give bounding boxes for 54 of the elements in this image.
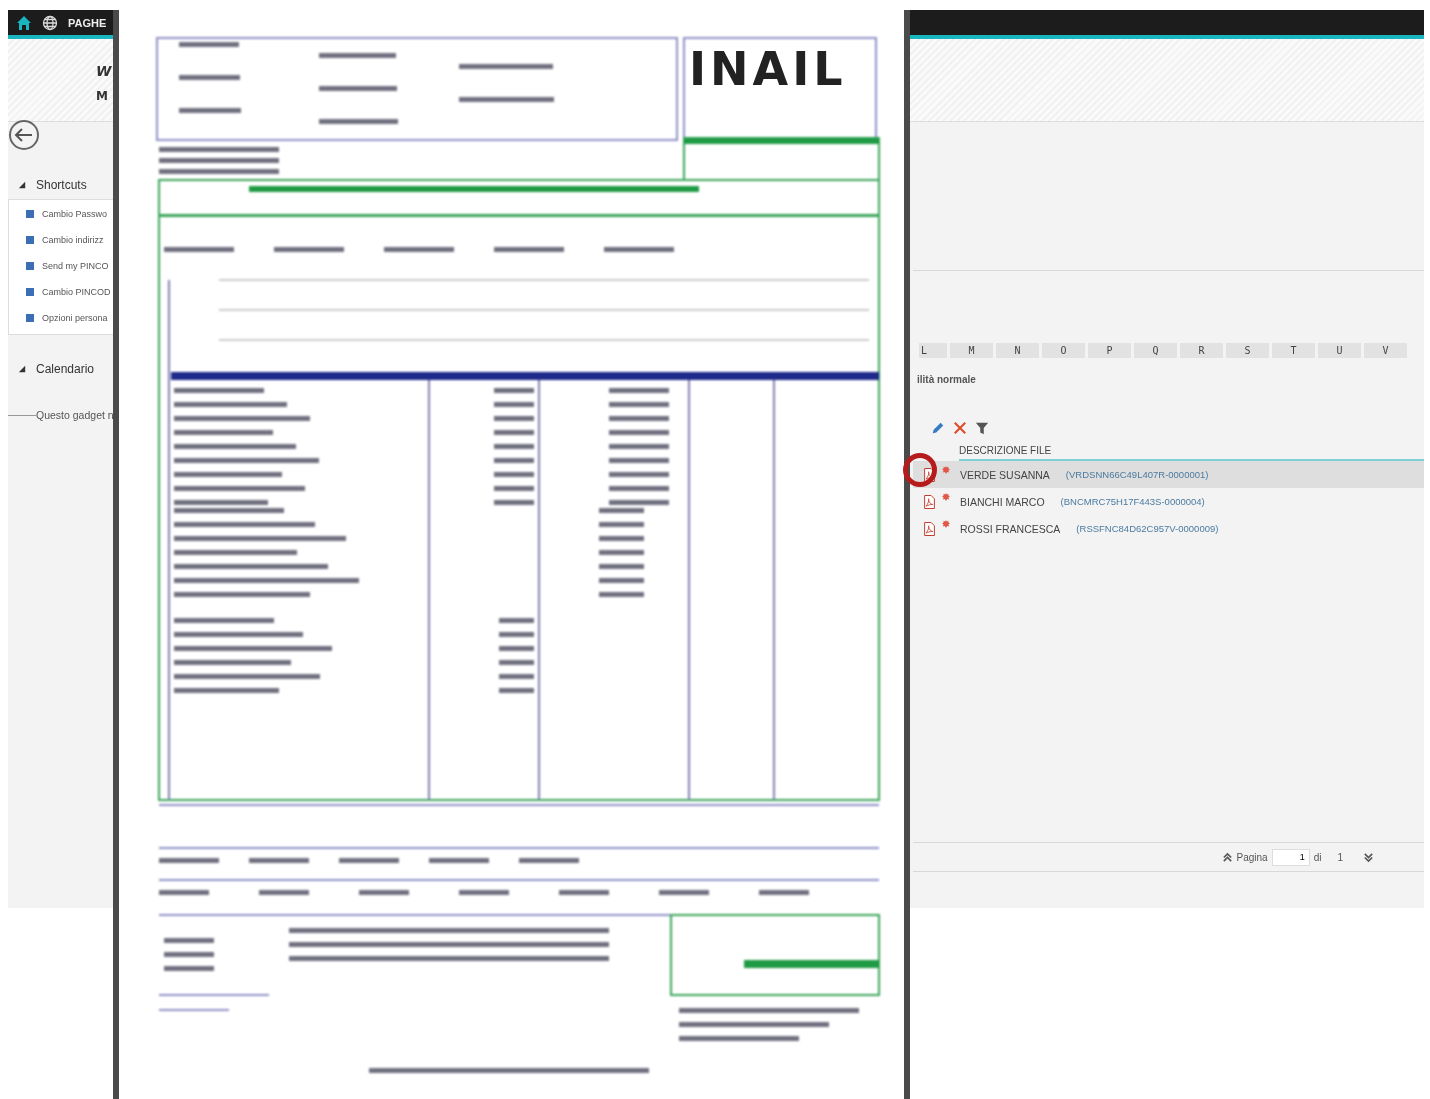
page-total: 1 [1337,851,1343,863]
shortcut-link[interactable]: Send my PINCO [42,261,109,271]
square-bullet-icon [26,236,34,244]
square-bullet-icon [26,262,34,270]
document-logo: INAIL [689,46,847,92]
column-header[interactable]: O [1042,343,1085,358]
shortcut-link[interactable]: Cambio PINCOD [42,287,111,297]
double-chevron-down-icon[interactable] [1363,851,1374,863]
file-code: (VRDSNN66C49L407R-0000001) [1065,469,1209,480]
page-input[interactable]: 1 [1271,848,1310,866]
column-header[interactable]: R [1180,343,1223,358]
home-icon[interactable] [16,14,32,31]
column-header[interactable]: Q [1134,343,1177,358]
pdf-icon[interactable] [923,466,936,483]
filter-icon[interactable] [975,421,989,435]
file-name: VERDE SUSANNA [960,468,1050,481]
file-name: BIANCHI MARCO [960,495,1045,508]
menu-title[interactable]: PAGHE [68,16,107,29]
header-title: W [96,63,112,79]
column-header[interactable]: U [1318,343,1361,358]
shortcut-link[interactable]: Opzioni persona [42,313,108,323]
double-chevron-up-icon[interactable] [1221,851,1233,863]
square-bullet-icon [26,314,34,322]
square-bullet-icon [26,288,34,296]
file-row[interactable]: ROSSI FRANCESCA (RSSFNC84D62C957V-0000009) [913,515,1424,542]
page-of-label: di [1313,851,1322,863]
square-bullet-icon [26,210,34,218]
file-row[interactable]: BIANCHI MARCO (BNCMRC75H17F443S-0000004) [913,488,1424,515]
mode-label: ilità normale [917,374,977,385]
pdf-icon[interactable] [923,520,936,537]
close-icon[interactable] [953,421,967,435]
pdf-icon[interactable] [923,493,936,510]
column-header[interactable]: L [919,343,947,358]
header-subtitle: M [96,89,109,103]
column-header[interactable]: M [950,343,993,358]
shortcut-link[interactable]: Cambio indirizz [42,235,104,245]
column-header[interactable]: T [1272,343,1315,358]
file-row[interactable]: VERDE SUSANNA (VRDSNN66C49L407R-0000001) [913,461,1424,488]
gadget-note: Questo gadget n [36,409,114,421]
section-title[interactable]: Shortcuts [36,178,87,192]
pencil-icon[interactable] [931,421,945,435]
file-code: (BNCMRC75H17F443S-0000004) [1060,496,1205,507]
page-label: Pagina [1236,851,1268,863]
globe-icon[interactable] [42,14,58,31]
shortcut-link[interactable]: Cambio Passwo [42,209,108,219]
file-code: (RSSFNC84D62C957V-0000009) [1076,523,1219,534]
column-header[interactable]: S [1226,343,1269,358]
column-header[interactable]: P [1088,343,1131,358]
triangle-icon[interactable] [18,181,26,189]
column-header[interactable]: N [996,343,1039,358]
triangle-icon[interactable] [18,365,26,373]
column-header[interactable]: V [1364,343,1407,358]
section-title[interactable]: Calendario [36,362,95,376]
file-name: ROSSI FRANCESCA [960,522,1061,535]
